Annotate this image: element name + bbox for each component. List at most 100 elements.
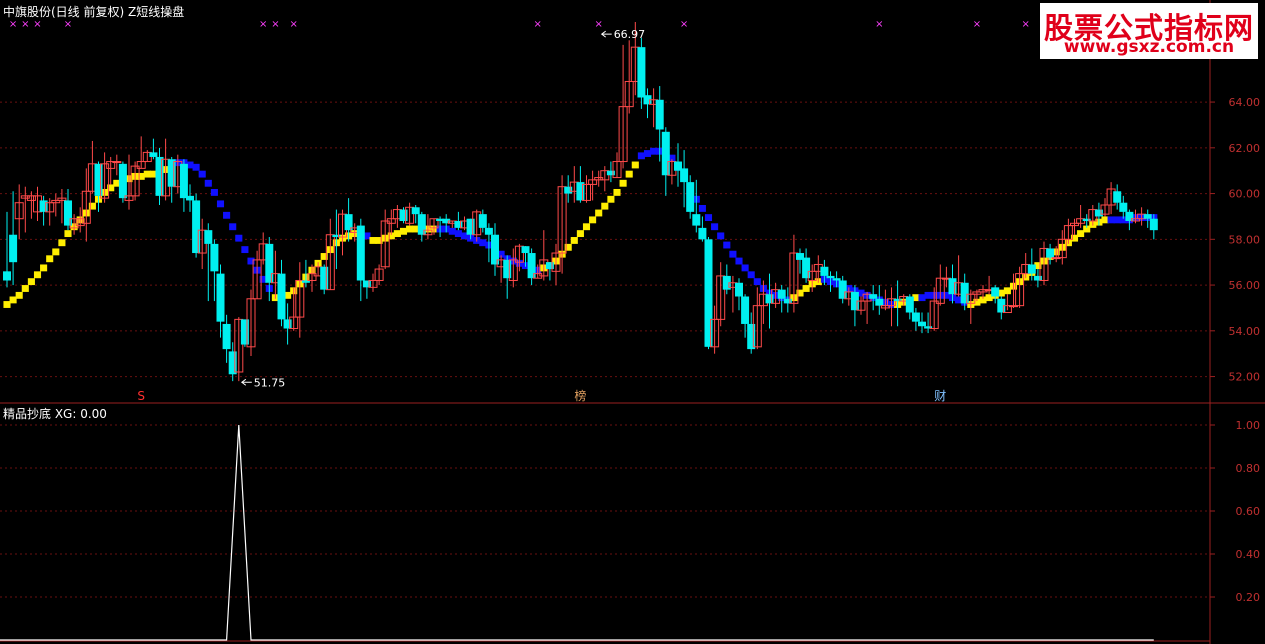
annotation-label: 66.97 [614,28,646,41]
signal-marker: × [875,19,883,30]
candle-body [960,282,969,304]
ribbon-segment [27,278,35,286]
y-tick-label: 60.00 [1229,188,1261,201]
ribbon-segment [229,223,237,231]
price-annotations: 66.97 51.75 [240,28,646,389]
event-labels: S榜财 [137,388,946,403]
ribbon-segment [1113,216,1121,224]
candle-body [1046,248,1055,258]
ribbon-segment [204,179,212,187]
ribbon-segment [448,227,456,235]
event-label: 财 [934,389,946,403]
event-label: S [137,389,145,403]
candle-body [1125,211,1134,222]
ribbon-segment [729,250,737,258]
candle-body [911,312,920,322]
ribbon-segment [198,170,206,178]
candle-body [3,271,11,281]
candle-body [869,294,878,299]
candle-body [832,278,841,281]
ribbon-segment [601,202,609,210]
candle-body [362,280,371,288]
candle-body [192,200,201,254]
candle-body [94,163,103,196]
signal-marker: × [595,19,603,30]
candle-body [1113,191,1122,203]
ribbon-segment [192,163,200,171]
candle-body [661,131,670,176]
candle-body [680,168,689,183]
ribbon-segment [576,230,584,238]
ribbon-segment [40,264,48,272]
candle-body [735,282,743,297]
ribbon-segment [619,179,627,187]
candle-body [320,266,329,290]
candle-body [149,152,158,157]
candle-body [777,289,786,299]
ribbon-segment [1101,216,1109,224]
candle-body [820,266,829,276]
ribbon-segment [241,246,249,254]
chart-title: 中旗股份(日线 前复权) Z短线操盘 [3,5,185,19]
ribbon-segment [399,227,408,235]
ribbon-segment [637,152,645,160]
candle-body [838,280,847,299]
candle-body [64,200,72,226]
stock-chart: × × × × × × × × × × × × × S榜财 66.9751.75 52.0054.005… [0,0,1265,644]
ribbon-segment [3,301,11,308]
ribbon-segment [625,170,633,178]
candle-body [905,296,914,313]
candle-body [606,170,615,176]
ribbon-segment [454,230,462,238]
ribbon-segment [723,241,731,249]
y-tick-label: 62.00 [1229,142,1261,155]
candle-body [655,99,664,130]
candle-body [155,156,164,196]
ribbon-segment [631,161,639,169]
ribbon-segment [33,271,42,279]
candle-body [875,298,884,306]
sub-y-tick-label: 1.00 [1236,419,1261,432]
signal-marker: × [9,19,17,30]
ribbon-segment [58,239,66,247]
candle-body [265,243,274,283]
candle-body [118,163,127,199]
sub-y-tick-label: 0.40 [1236,548,1261,561]
candle-body [454,221,463,228]
ribbon-segment [582,223,591,231]
ribbon-segment [64,230,72,238]
main-grid [0,0,1265,644]
ribbon-segment [223,211,231,219]
candle-body [112,161,122,164]
candle-body [9,234,18,263]
candle-body [704,239,713,347]
ribbon-segment [479,239,487,247]
candle-body [210,243,219,272]
watermark-logo: 股票公式指标网 www.gsxz.com.cn [1040,3,1258,59]
ribbon-segment [369,237,377,244]
candle-body [204,230,213,244]
candle-body [1027,264,1036,274]
candle-body [283,319,292,329]
ribbon-segment [918,294,926,302]
ribbon-segment [802,285,810,292]
candle-body [228,351,237,375]
y-tick-label: 56.00 [1229,279,1261,292]
signal-marker: × [259,19,267,30]
ribbon-segment [698,205,706,212]
candle-body [692,214,701,226]
candle-body [186,195,194,201]
candle-body [167,159,176,187]
candle-body [527,253,536,279]
ribbon-segment [717,232,725,240]
indicator-label: 精品抄底 XG: 0.00 [3,407,107,421]
candle-body [466,218,475,235]
ribbon-segment [1003,287,1011,295]
candle-body [741,296,750,324]
sub-y-tick-label: 0.60 [1236,505,1261,518]
ribbon-segment [589,216,597,224]
candle-body [802,257,811,279]
candle-body [545,262,554,270]
ribbon-segment [406,225,414,233]
top-markers: × × × × × × × × × × × × × [9,19,1030,30]
